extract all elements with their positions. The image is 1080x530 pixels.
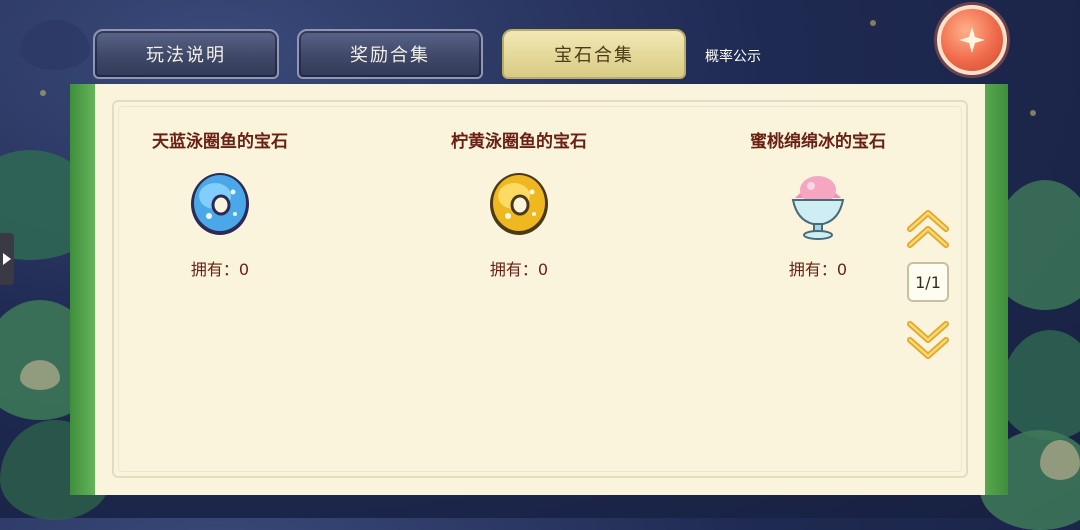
tab-gem-collection[interactable]: 宝石合集	[502, 29, 686, 79]
gem-owned-count: 拥有：0	[788, 260, 848, 279]
gem-owned-count: 拥有：0	[190, 260, 250, 279]
close-icon	[959, 27, 985, 53]
gem-item-blue: 天蓝泳圈鱼的宝石 拥有：0	[140, 127, 300, 280]
play-arrow-icon	[3, 253, 11, 265]
gem-name: 柠黄泳圈鱼的宝石	[451, 132, 587, 152]
tab-label: 宝石合集	[554, 45, 634, 66]
tab-reward-collection[interactable]: 奖励合集	[297, 29, 483, 79]
gem-owned-count: 拥有：0	[489, 260, 549, 279]
yellow-ring-gem-icon[interactable]	[484, 168, 554, 238]
tab-gameplay-guide[interactable]: 玩法说明	[93, 29, 279, 79]
tab-label: 玩法说明	[146, 45, 226, 66]
gem-item-peach: 蜜桃绵绵冰的宝石 拥有：0	[738, 127, 898, 280]
double-chevron-up-icon	[907, 210, 949, 248]
blue-ring-gem-icon[interactable]	[185, 168, 255, 238]
shaved-ice-gem-icon[interactable]	[783, 168, 853, 240]
tab-label: 奖励合集	[350, 45, 430, 66]
page-up-button[interactable]	[905, 207, 951, 251]
gem-name: 蜜桃绵绵冰的宝石	[750, 132, 886, 152]
page-label: 1/1	[915, 272, 941, 292]
gem-item-yellow: 柠黄泳圈鱼的宝石 拥有：0	[439, 127, 599, 280]
page-down-button[interactable]	[905, 318, 951, 362]
side-expand-handle[interactable]	[0, 233, 14, 285]
double-chevron-down-icon	[907, 321, 949, 359]
probability-disclosure-link[interactable]: 概率公示	[705, 46, 761, 66]
gem-name: 天蓝泳圈鱼的宝石	[152, 132, 288, 152]
close-button[interactable]	[937, 5, 1007, 75]
page-indicator: 1/1	[907, 262, 949, 302]
